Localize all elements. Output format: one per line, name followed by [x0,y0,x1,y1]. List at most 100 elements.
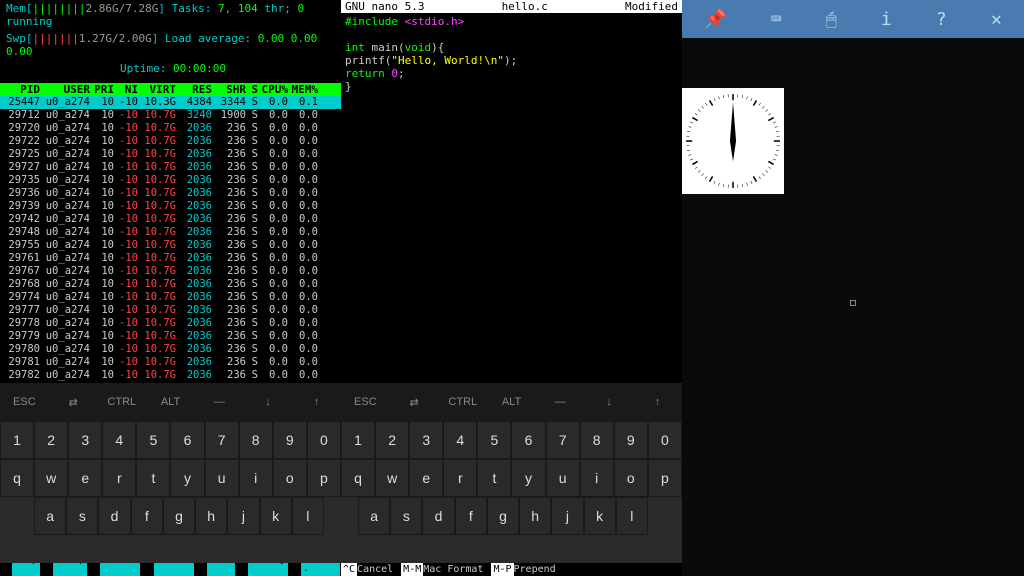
key-⇄[interactable]: ⇄ [49,383,98,421]
table-row[interactable]: 29778u0_a27410-1010.7G2036236S0.00.0 [0,317,341,330]
key-o[interactable]: o [614,459,648,497]
mouse-icon[interactable]: 🖱 [826,9,837,30]
key-o[interactable]: o [273,459,307,497]
table-row[interactable]: 29777u0_a27410-1010.7G2036236S0.00.0 [0,304,341,317]
table-row[interactable]: 29781u0_a27410-1010.7G2036236S0.00.0 [0,356,341,369]
key-i[interactable]: i [239,459,273,497]
table-row[interactable]: 29748u0_a27410-1010.7G2036236S0.00.0 [0,226,341,239]
table-row[interactable]: 29712u0_a27410-1010.7G32401900S0.00.0 [0,109,341,122]
key-0[interactable]: 0 [307,421,341,459]
key-ALT[interactable]: ALT [146,383,195,421]
key-↑[interactable]: ↑ [292,383,341,421]
key-a[interactable]: a [34,497,66,535]
help-icon[interactable]: ? [936,9,947,30]
key-q[interactable]: q [341,459,375,497]
key-8[interactable]: 8 [239,421,273,459]
key-d[interactable]: d [98,497,130,535]
table-row[interactable]: 29720u0_a27410-1010.7G2036236S0.00.0 [0,122,341,135]
key-5[interactable]: 5 [477,421,511,459]
key-t[interactable]: t [477,459,511,497]
table-row[interactable]: 29779u0_a27410-1010.7G2036236S0.00.0 [0,330,341,343]
key-q[interactable]: q [0,459,34,497]
table-row[interactable]: 29727u0_a27410-1010.7G2036236S0.00.0 [0,161,341,174]
key-2[interactable]: 2 [34,421,68,459]
table-row[interactable]: 29725u0_a27410-1010.7G2036236S0.00.0 [0,148,341,161]
key-1[interactable]: 1 [341,421,375,459]
key-8[interactable]: 8 [580,421,614,459]
key-6[interactable]: 6 [170,421,204,459]
key-j[interactable]: j [227,497,259,535]
table-row[interactable]: 29774u0_a27410-1010.7G2036236S0.00.0 [0,291,341,304]
key-g[interactable]: g [487,497,519,535]
key-ESC[interactable]: ESC [341,383,390,421]
key-—[interactable]: — [195,383,244,421]
key-CTRL[interactable]: CTRL [97,383,146,421]
key-6[interactable]: 6 [511,421,545,459]
key-s[interactable]: s [66,497,98,535]
key-5[interactable]: 5 [136,421,170,459]
close-icon[interactable]: ✕ [991,9,1002,30]
table-row[interactable]: 29755u0_a27410-1010.7G2036236S0.00.0 [0,239,341,252]
key-h[interactable]: h [195,497,227,535]
key-u[interactable]: u [546,459,580,497]
key-k[interactable]: k [584,497,616,535]
table-row[interactable]: 29782u0_a27410-1010.7G2036236S0.00.0 [0,369,341,382]
table-row[interactable]: 29780u0_a27410-1010.7G2036236S0.00.0 [0,343,341,356]
nano-editor[interactable]: #include <stdio.h> int main(void){ print… [341,13,682,95]
key-t[interactable]: t [136,459,170,497]
key-w[interactable]: w [375,459,409,497]
key-s[interactable]: s [390,497,422,535]
key-l[interactable]: l [292,497,324,535]
key-7[interactable]: 7 [546,421,580,459]
key-⇄[interactable]: ⇄ [390,383,439,421]
key-ESC[interactable]: ESC [0,383,49,421]
key-d[interactable]: d [422,497,454,535]
key-3[interactable]: 3 [68,421,102,459]
table-row-selected[interactable]: 25447u0_a27410-1010.3G43843344S0.00.1 [0,96,341,109]
key-a[interactable]: a [358,497,390,535]
key-↑[interactable]: ↑ [633,383,682,421]
table-row[interactable]: 29768u0_a27410-1010.7G2036236S0.00.0 [0,278,341,291]
key-ALT[interactable]: ALT [487,383,536,421]
key-e[interactable]: e [409,459,443,497]
key-2[interactable]: 2 [375,421,409,459]
key-7[interactable]: 7 [205,421,239,459]
key-f[interactable]: f [455,497,487,535]
key-3[interactable]: 3 [409,421,443,459]
table-row[interactable]: 29722u0_a27410-1010.7G2036236S0.00.0 [0,135,341,148]
pin-icon[interactable]: 📌 [704,9,726,30]
key-p[interactable]: p [307,459,341,497]
keyboard-icon[interactable]: ⌨ [771,9,782,30]
table-row[interactable]: 29736u0_a27410-1010.7G2036236S0.00.0 [0,187,341,200]
key-—[interactable]: — [536,383,585,421]
key-4[interactable]: 4 [102,421,136,459]
key-k[interactable]: k [260,497,292,535]
key-u[interactable]: u [205,459,239,497]
key-1[interactable]: 1 [0,421,34,459]
key-4[interactable]: 4 [443,421,477,459]
key-e[interactable]: e [68,459,102,497]
key-h[interactable]: h [519,497,551,535]
key-r[interactable]: r [102,459,136,497]
key-p[interactable]: p [648,459,682,497]
key-↓[interactable]: ↓ [585,383,634,421]
table-row[interactable]: 29735u0_a27410-1010.7G2036236S0.00.0 [0,174,341,187]
key-r[interactable]: r [443,459,477,497]
key-9[interactable]: 9 [614,421,648,459]
key-y[interactable]: y [170,459,204,497]
key-i[interactable]: i [580,459,614,497]
key-f[interactable]: f [131,497,163,535]
clock-widget[interactable] [682,88,784,194]
key-g[interactable]: g [163,497,195,535]
key-l[interactable]: l [616,497,648,535]
key-j[interactable]: j [551,497,583,535]
key-w[interactable]: w [34,459,68,497]
info-icon[interactable]: i [881,9,892,30]
table-row[interactable]: 29761u0_a27410-1010.7G2036236S0.00.0 [0,252,341,265]
key-y[interactable]: y [511,459,545,497]
key-9[interactable]: 9 [273,421,307,459]
key-CTRL[interactable]: CTRL [438,383,487,421]
table-row[interactable]: 29742u0_a27410-1010.7G2036236S0.00.0 [0,213,341,226]
table-row[interactable]: 29767u0_a27410-1010.7G2036236S0.00.0 [0,265,341,278]
key-↓[interactable]: ↓ [244,383,293,421]
